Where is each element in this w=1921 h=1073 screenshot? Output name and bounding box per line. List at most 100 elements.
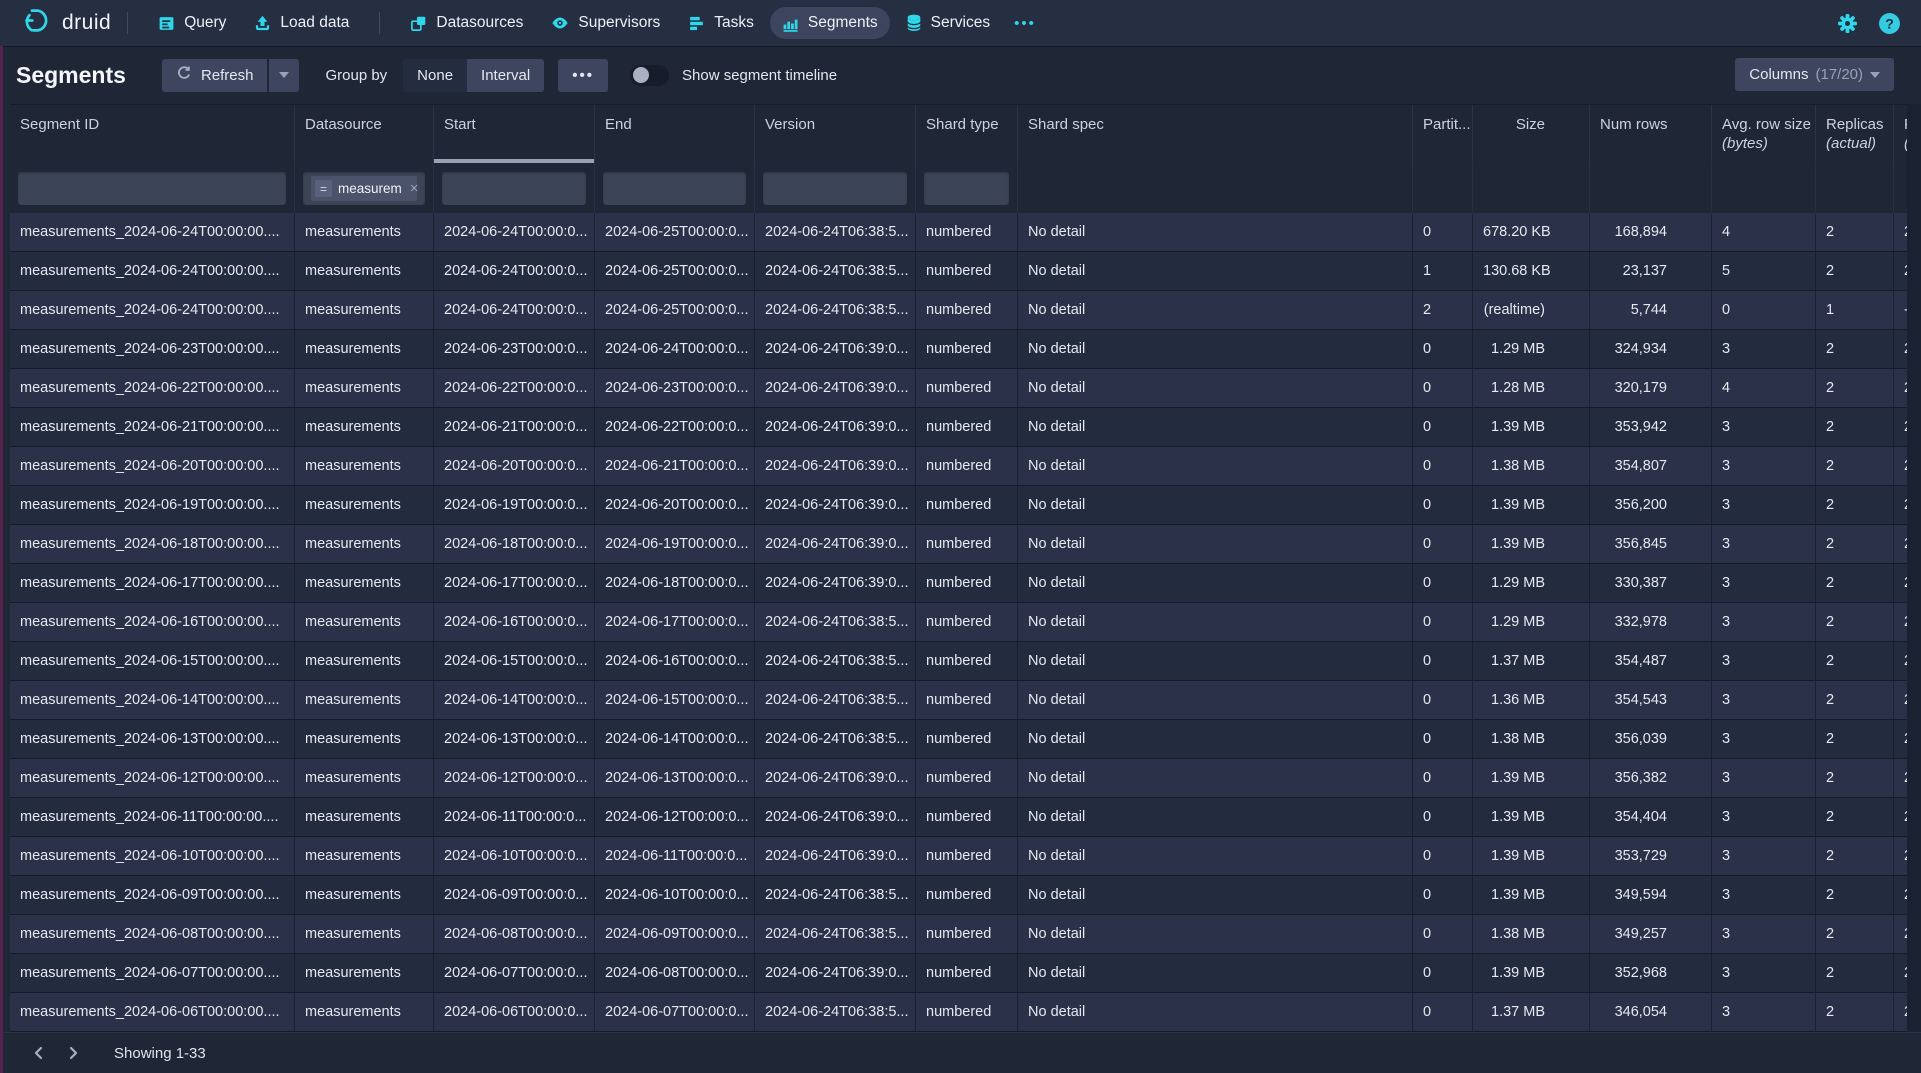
cell-partition[interactable]: 0 xyxy=(1413,954,1473,992)
cell-version[interactable]: 2024-06-24T06:39:0... xyxy=(755,408,916,446)
table-row[interactable]: measurements_2024-06-24T00:00:00....meas… xyxy=(10,291,1907,330)
cell-size[interactable]: 1.39 MB xyxy=(1473,837,1590,875)
cell-replicas[interactable]: 2 xyxy=(1816,642,1894,680)
column-header-shard_spec[interactable]: Shard spec xyxy=(1018,105,1413,163)
table-row[interactable]: measurements_2024-06-17T00:00:00....meas… xyxy=(10,564,1907,603)
cell-num_rows[interactable]: 356,039 xyxy=(1590,720,1712,758)
cell-version[interactable]: 2024-06-24T06:38:5... xyxy=(755,681,916,719)
cell-segment_id[interactable]: measurements_2024-06-15T00:00:00.... xyxy=(10,642,295,680)
cell-size[interactable]: 1.38 MB xyxy=(1473,915,1590,953)
cell-num_rows[interactable]: 354,404 xyxy=(1590,798,1712,836)
cell-segment_id[interactable]: measurements_2024-06-13T00:00:00.... xyxy=(10,720,295,758)
cell-size[interactable]: 1.39 MB xyxy=(1473,798,1590,836)
cell-avg_row_size[interactable]: 3 xyxy=(1712,759,1816,797)
cell-shard_type[interactable]: numbered xyxy=(916,642,1018,680)
cell-shard_spec[interactable]: No detail xyxy=(1018,486,1413,524)
cell-start[interactable]: 2024-06-18T00:00:0... xyxy=(434,525,595,563)
cell-num_rows[interactable]: 320,179 xyxy=(1590,369,1712,407)
cell-partition[interactable]: 0 xyxy=(1413,993,1473,1031)
group-by-option-interval[interactable]: Interval xyxy=(467,59,544,92)
cell-end[interactable]: 2024-06-23T00:00:0... xyxy=(595,369,755,407)
cell-shard_spec[interactable]: No detail xyxy=(1018,525,1413,563)
cell-datasource[interactable]: measurements xyxy=(295,915,434,953)
cell-num_rows[interactable]: 354,807 xyxy=(1590,447,1712,485)
cell-datasource[interactable]: measurements xyxy=(295,681,434,719)
cell-factor[interactable]: 2 xyxy=(1894,408,1907,446)
gear-icon[interactable] xyxy=(1837,13,1858,34)
cell-num_rows[interactable]: 332,978 xyxy=(1590,603,1712,641)
cell-shard_type[interactable]: numbered xyxy=(916,798,1018,836)
cell-end[interactable]: 2024-06-18T00:00:0... xyxy=(595,564,755,602)
table-row[interactable]: measurements_2024-06-09T00:00:00....meas… xyxy=(10,876,1907,915)
cell-partition[interactable]: 0 xyxy=(1413,525,1473,563)
cell-shard_spec[interactable]: No detail xyxy=(1018,759,1413,797)
cell-end[interactable]: 2024-06-20T00:00:0... xyxy=(595,486,755,524)
cell-version[interactable]: 2024-06-24T06:39:0... xyxy=(755,447,916,485)
cell-segment_id[interactable]: measurements_2024-06-18T00:00:00.... xyxy=(10,525,295,563)
cell-end[interactable]: 2024-06-07T00:00:0... xyxy=(595,993,755,1031)
cell-start[interactable]: 2024-06-23T00:00:0... xyxy=(434,330,595,368)
cell-shard_spec[interactable]: No detail xyxy=(1018,330,1413,368)
vertical-scrollbar[interactable] xyxy=(1907,104,1921,1032)
cell-shard_type[interactable]: numbered xyxy=(916,681,1018,719)
cell-start[interactable]: 2024-06-08T00:00:0... xyxy=(434,915,595,953)
cell-size[interactable]: 1.29 MB xyxy=(1473,564,1590,602)
cell-num_rows[interactable]: 353,729 xyxy=(1590,837,1712,875)
cell-datasource[interactable]: measurements xyxy=(295,213,434,251)
cell-replicas[interactable]: 2 xyxy=(1816,915,1894,953)
cell-size[interactable]: 1.39 MB xyxy=(1473,954,1590,992)
cell-shard_spec[interactable]: No detail xyxy=(1018,252,1413,290)
cell-segment_id[interactable]: measurements_2024-06-14T00:00:00.... xyxy=(10,681,295,719)
column-header-partition[interactable]: Partit... xyxy=(1413,105,1473,163)
cell-num_rows[interactable]: 23,137 xyxy=(1590,252,1712,290)
column-header-size[interactable]: Size xyxy=(1473,105,1590,163)
nav-item-query[interactable]: Query xyxy=(146,7,238,39)
cell-replicas[interactable]: 2 xyxy=(1816,681,1894,719)
cell-replicas[interactable]: 2 xyxy=(1816,954,1894,992)
cell-datasource[interactable]: measurements xyxy=(295,330,434,368)
columns-button[interactable]: Columns (17/20) xyxy=(1735,58,1894,91)
cell-version[interactable]: 2024-06-24T06:38:5... xyxy=(755,720,916,758)
cell-replicas[interactable]: 2 xyxy=(1816,447,1894,485)
column-header-replicas[interactable]: Replicas(actual) xyxy=(1816,105,1894,163)
cell-size[interactable]: 1.38 MB xyxy=(1473,720,1590,758)
cell-num_rows[interactable]: 346,054 xyxy=(1590,993,1712,1031)
cell-version[interactable]: 2024-06-24T06:39:0... xyxy=(755,369,916,407)
cell-end[interactable]: 2024-06-24T00:00:0... xyxy=(595,330,755,368)
nav-item-datasources[interactable]: Datasources xyxy=(398,7,535,39)
cell-datasource[interactable]: measurements xyxy=(295,876,434,914)
cell-start[interactable]: 2024-06-19T00:00:0... xyxy=(434,486,595,524)
cell-shard_spec[interactable]: No detail xyxy=(1018,369,1413,407)
cell-avg_row_size[interactable]: 3 xyxy=(1712,330,1816,368)
cell-shard_type[interactable]: numbered xyxy=(916,447,1018,485)
cell-end[interactable]: 2024-06-21T00:00:0... xyxy=(595,447,755,485)
cell-segment_id[interactable]: measurements_2024-06-12T00:00:00.... xyxy=(10,759,295,797)
cell-shard_type[interactable]: numbered xyxy=(916,486,1018,524)
cell-start[interactable]: 2024-06-14T00:00:0... xyxy=(434,681,595,719)
cell-num_rows[interactable]: 354,543 xyxy=(1590,681,1712,719)
cell-shard_spec[interactable]: No detail xyxy=(1018,447,1413,485)
cell-size[interactable]: 1.29 MB xyxy=(1473,330,1590,368)
cell-shard_type[interactable]: numbered xyxy=(916,876,1018,914)
cell-avg_row_size[interactable]: 3 xyxy=(1712,915,1816,953)
cell-size[interactable]: 1.29 MB xyxy=(1473,603,1590,641)
cell-size[interactable]: (realtime) xyxy=(1473,291,1590,329)
cell-avg_row_size[interactable]: 4 xyxy=(1712,369,1816,407)
next-page-button[interactable] xyxy=(56,1038,90,1068)
table-row[interactable]: measurements_2024-06-19T00:00:00....meas… xyxy=(10,486,1907,525)
cell-size[interactable]: 1.39 MB xyxy=(1473,486,1590,524)
cell-factor[interactable]: 2 xyxy=(1894,330,1907,368)
cell-partition[interactable]: 0 xyxy=(1413,798,1473,836)
cell-avg_row_size[interactable]: 3 xyxy=(1712,642,1816,680)
cell-avg_row_size[interactable]: 3 xyxy=(1712,837,1816,875)
cell-shard_type[interactable]: numbered xyxy=(916,330,1018,368)
nav-item-load-data[interactable]: Load data xyxy=(242,7,361,39)
cell-version[interactable]: 2024-06-24T06:38:5... xyxy=(755,291,916,329)
cell-datasource[interactable]: measurements xyxy=(295,993,434,1031)
cell-factor[interactable]: 2 xyxy=(1894,993,1907,1031)
help-icon[interactable]: ? xyxy=(1878,12,1901,35)
cell-shard_spec[interactable]: No detail xyxy=(1018,642,1413,680)
cell-start[interactable]: 2024-06-09T00:00:0... xyxy=(434,876,595,914)
cell-replicas[interactable]: 2 xyxy=(1816,330,1894,368)
cell-replicas[interactable]: 2 xyxy=(1816,720,1894,758)
